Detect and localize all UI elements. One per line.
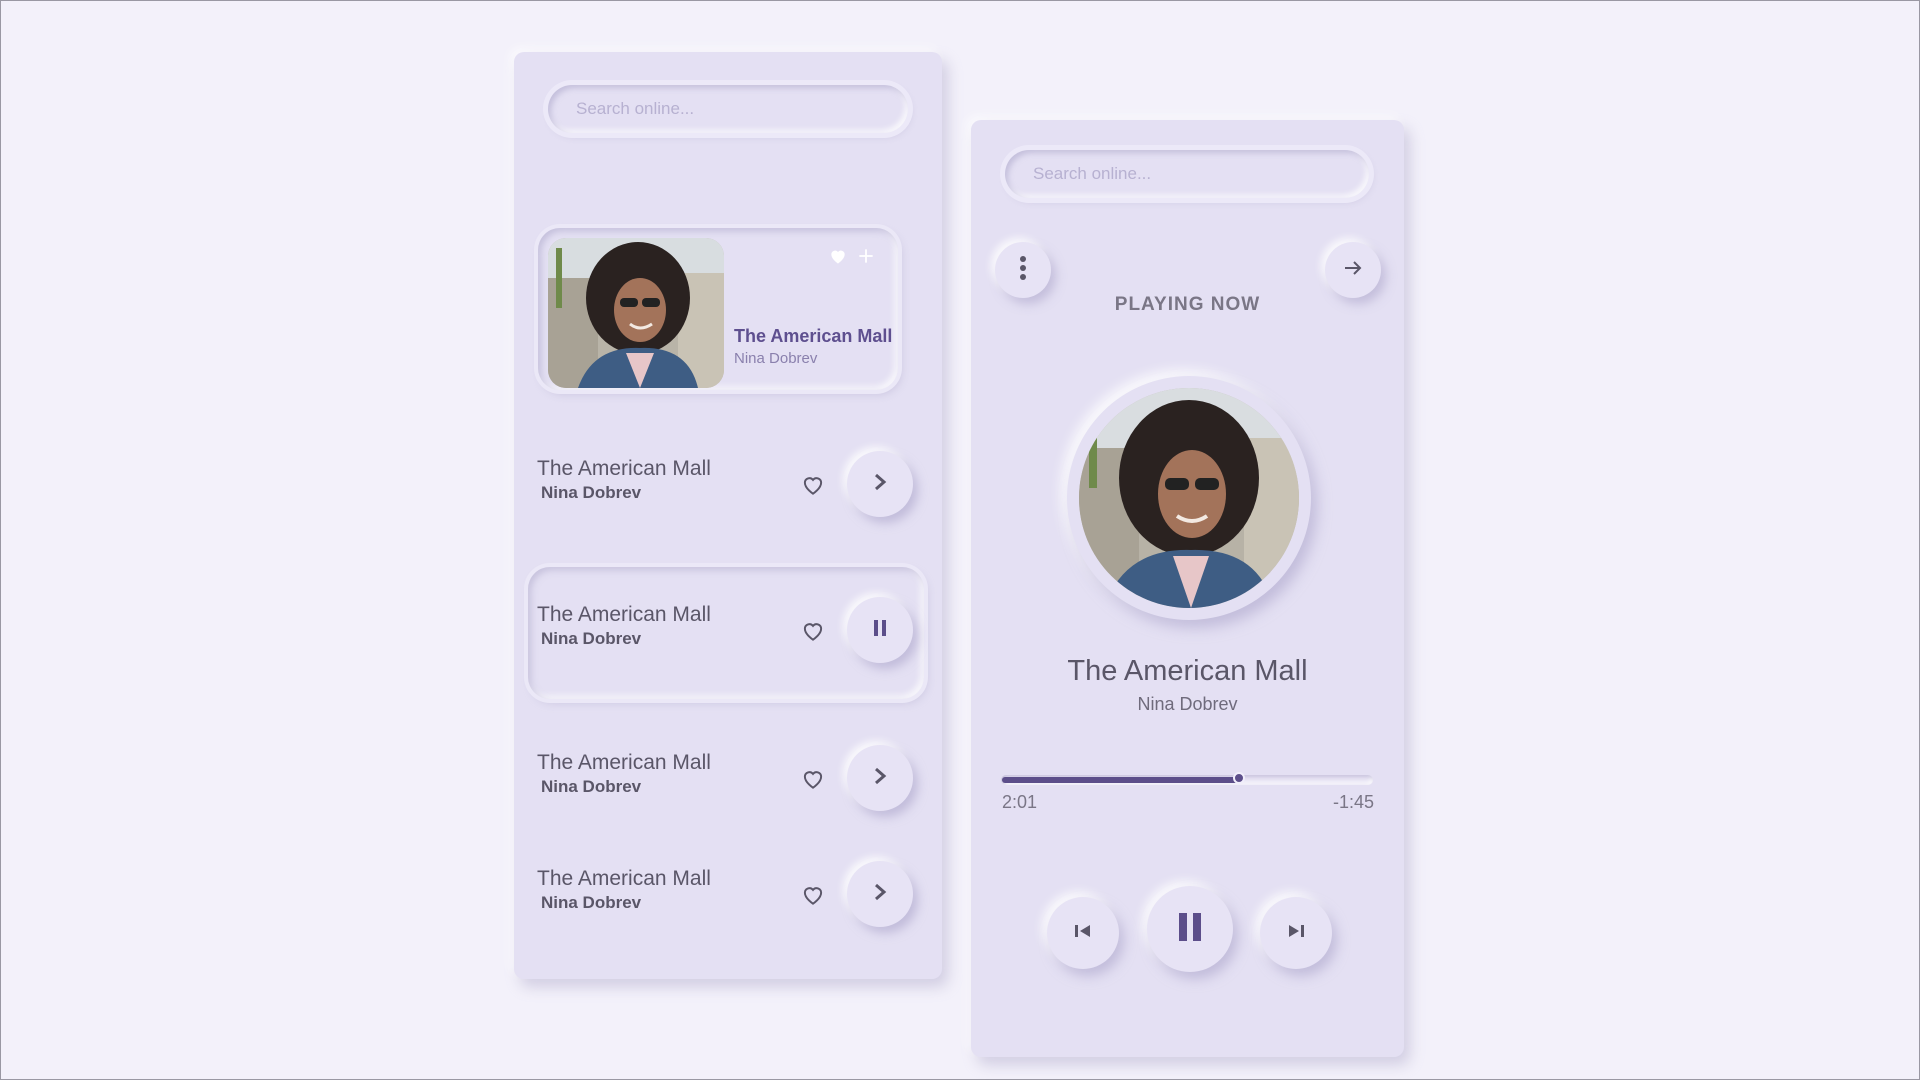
track-artist: Nina Dobrev [541,893,642,912]
menu-button[interactable] [995,242,1051,298]
playing-now-header: PLAYING NOW [1114,294,1261,315]
featured-title: The American Mall [734,326,893,346]
skip-back-icon [1073,923,1093,944]
album-art-frame [1067,376,1311,620]
chevron-right-icon [870,766,890,791]
playlist-panel: The American Mall Nina Dobrev The Americ… [514,52,942,979]
featured-actions [828,246,876,271]
heart-icon[interactable] [798,880,828,910]
play-button[interactable] [847,451,913,517]
list-item[interactable]: The American Mall Nina Dobrev [514,849,942,939]
now-playing-panel: PLAYING NOW The American Mall Nina Dobre… [971,120,1404,1057]
skip-forward-icon [1286,923,1306,944]
previous-button[interactable] [1047,897,1119,969]
remaining-time: -1:45 [1332,792,1374,812]
heart-icon[interactable] [828,246,848,271]
pause-icon [870,618,890,643]
more-vertical-icon [1018,255,1028,286]
chevron-right-icon [870,882,890,907]
track-title: The American Mall [537,457,711,480]
featured-album-art [548,238,724,388]
track-artist: Nina Dobrev [541,777,642,796]
featured-track-card[interactable]: The American Mall Nina Dobrev [538,228,898,390]
track-artist: Nina Dobrev [541,629,642,648]
pause-button[interactable] [1147,886,1233,972]
search-input[interactable] [1031,163,1369,185]
pause-icon [1176,912,1204,947]
pause-button[interactable] [847,597,913,663]
progress-thumb[interactable] [1233,772,1245,784]
heart-icon[interactable] [798,616,828,646]
heart-icon[interactable] [798,764,828,794]
progress-fill [1002,777,1240,783]
play-button[interactable] [847,745,913,811]
track-title: The American Mall [537,867,711,890]
featured-artist: Nina Dobrev [734,350,818,367]
elapsed-time: 2:01 [1002,792,1038,812]
now-playing-title: The American Mall [1067,655,1308,687]
now-playing-artist: Nina Dobrev [1137,694,1238,714]
track-artist: Nina Dobrev [541,483,642,502]
list-item[interactable]: The American Mall Nina Dobrev [514,585,942,675]
search-field[interactable] [548,85,908,133]
heart-icon[interactable] [798,470,828,500]
track-title: The American Mall [537,751,711,774]
arrow-right-icon [1342,257,1364,284]
search-field[interactable] [1005,150,1369,198]
album-art [1079,388,1299,608]
play-button[interactable] [847,861,913,927]
plus-icon[interactable] [856,246,876,271]
search-input[interactable] [574,98,908,120]
progress-slider[interactable] [1001,772,1373,785]
list-item[interactable]: The American Mall Nina Dobrev [514,733,942,823]
next-button[interactable] [1260,897,1332,969]
forward-button[interactable] [1325,242,1381,298]
list-item[interactable]: The American Mall Nina Dobrev [514,439,942,529]
chevron-right-icon [870,472,890,497]
track-title: The American Mall [537,603,711,626]
